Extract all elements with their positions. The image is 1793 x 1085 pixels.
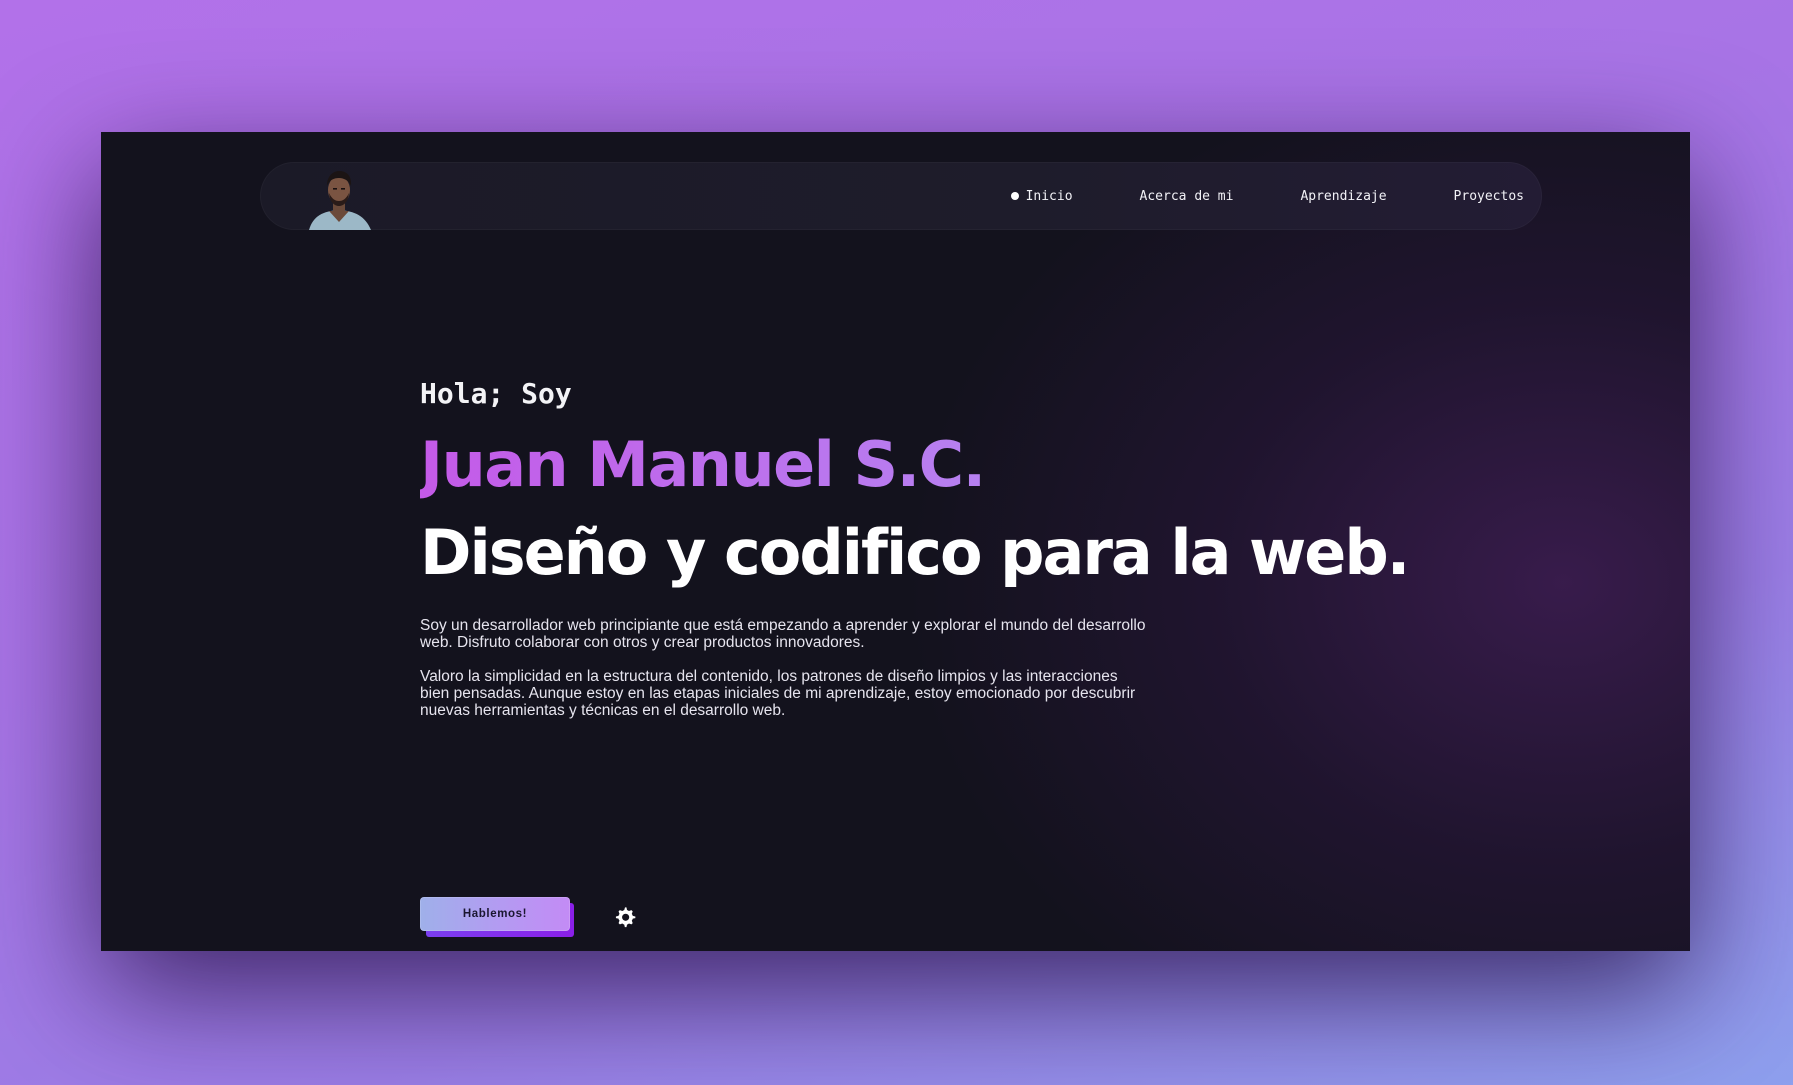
hero-greeting: Hola; Soy (420, 377, 572, 410)
nav-links: Inicio Acerca de mi Aprendizaje Proyecto… (944, 162, 1524, 230)
contact-button[interactable]: Hablemos! (420, 897, 574, 937)
hero-paragraph-intro: Soy un desarrollador web principiante qu… (420, 617, 1146, 651)
nav-link-label: Inicio (1025, 188, 1073, 204)
nav-link-aprendizaje[interactable]: Aprendizaje (1300, 189, 1386, 204)
hero-section: Hola; Soy Juan Manuel S.C. Diseño y codi… (420, 377, 1410, 937)
navbar: Inicio Acerca de mi Aprendizaje Proyecto… (260, 162, 1542, 230)
gear-icon[interactable] (614, 906, 636, 928)
browser-viewport: Inicio Acerca de mi Aprendizaje Proyecto… (101, 132, 1690, 951)
avatar-illustration (309, 171, 371, 230)
nav-link-acerca[interactable]: Acerca de mi (1140, 189, 1234, 204)
hero-paragraph-values: Valoro la simplicidad en la estructura d… (420, 668, 1136, 719)
active-indicator-icon (1010, 192, 1019, 200)
hero-name: Juan Manuel S.C. (420, 429, 1320, 501)
contact-button-label: Hablemos! (420, 897, 570, 931)
avatar[interactable] (305, 166, 373, 230)
nav-link-inicio[interactable]: Inicio (1010, 188, 1073, 204)
hero-tagline: Diseño y codifico para la web. (420, 516, 1410, 589)
nav-link-proyectos[interactable]: Proyectos (1454, 189, 1524, 204)
hero-actions: Hablemos! (420, 897, 636, 937)
